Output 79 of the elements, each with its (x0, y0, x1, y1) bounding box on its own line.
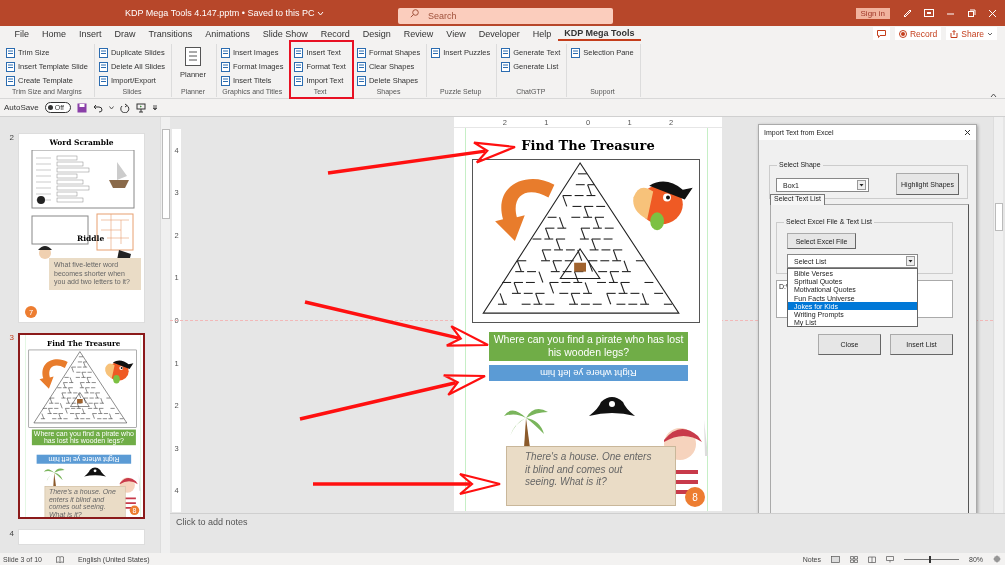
menu-tab[interactable]: Draw (108, 26, 143, 41)
customize-icon[interactable] (151, 104, 158, 111)
window-title: KDP Mega Tools 4.147.pptm • Saved to this PC (125, 8, 315, 18)
notes-placeholder[interactable]: Click to add notes (176, 517, 248, 527)
slide-thumbnail[interactable] (18, 529, 145, 545)
share-icon (950, 29, 959, 38)
slide-number: 4 (8, 529, 14, 540)
answer-text: Right where ye left him (540, 367, 637, 379)
book-icon[interactable] (55, 555, 64, 563)
slide-number: 3 (8, 333, 14, 344)
record-button[interactable]: Record (894, 27, 942, 40)
document-icon (98, 61, 108, 72)
collapse-ribbon-icon[interactable] (990, 93, 997, 98)
grid-view-icon[interactable] (850, 555, 858, 563)
document-icon (571, 47, 581, 58)
caret-icon[interactable] (108, 105, 114, 110)
scrollbar[interactable] (993, 117, 1003, 513)
menu-tab[interactable]: Home (35, 26, 73, 41)
presentation-icon[interactable] (886, 555, 894, 563)
palm-tree-icon (43, 466, 66, 487)
normal-view-icon[interactable] (831, 555, 840, 563)
document-icon (501, 61, 511, 72)
redo-icon[interactable] (119, 102, 130, 113)
scrollbar[interactable] (160, 117, 170, 553)
document-icon (356, 61, 366, 72)
document-icon (356, 47, 366, 58)
document-icon (6, 61, 15, 72)
reading-view-icon[interactable] (868, 555, 876, 563)
zoom-thumb[interactable] (928, 555, 931, 563)
menu-tab[interactable]: Record (314, 26, 357, 41)
menu-tab[interactable]: Help (526, 26, 558, 41)
clipboard-icon (185, 46, 202, 66)
undo-icon[interactable] (92, 102, 103, 113)
autosave-label: AutoSave (4, 103, 39, 112)
menu-tab[interactable]: View (439, 26, 473, 41)
document-icon (356, 75, 366, 86)
comments-button[interactable] (872, 27, 890, 40)
question-box: Where can you find a pirate who has lost his wooden legs? (489, 332, 688, 361)
search-icon (410, 9, 419, 18)
pen-icon[interactable] (902, 8, 912, 18)
document-icon (6, 47, 15, 58)
menu-tab[interactable]: Review (397, 26, 440, 41)
document-icon (431, 47, 441, 58)
fit-slide-icon[interactable] (993, 555, 1001, 563)
search-field[interactable]: Search (398, 8, 613, 24)
restore-icon[interactable] (967, 8, 976, 18)
pirate-hat-icon (587, 394, 637, 419)
document-icon (294, 75, 304, 86)
pirate-hat-icon (83, 466, 107, 478)
document-icon (220, 61, 230, 72)
menu-tab[interactable]: Slide Show (256, 26, 315, 41)
menu-tab[interactable]: KDP Mega Tools (557, 26, 641, 41)
menu-tab[interactable]: Animations (198, 26, 257, 41)
caret-icon (987, 31, 993, 36)
save-icon[interactable] (76, 102, 87, 113)
document-icon (6, 75, 15, 86)
menu-tab[interactable]: Transitions (142, 26, 199, 41)
menu-tab[interactable]: File (8, 26, 36, 41)
document-icon (98, 75, 108, 86)
presentation-icon[interactable] (135, 102, 146, 113)
slide-number: 2 (8, 133, 14, 144)
menu-tab[interactable]: Developer (472, 26, 527, 41)
document-icon (294, 61, 304, 72)
comment-icon (876, 29, 886, 38)
page-number: 8 (685, 487, 705, 507)
slide-title: Find The Treasure (520, 138, 656, 153)
close-icon[interactable] (964, 129, 971, 136)
document-icon (294, 47, 304, 58)
ribbon-display-icon[interactable] (924, 9, 934, 17)
document-icon (220, 75, 230, 86)
document-icon (98, 47, 108, 58)
share-button[interactable]: Share (946, 27, 997, 40)
menu-tab[interactable]: Design (356, 26, 398, 41)
document-icon (501, 47, 511, 58)
document-icon (220, 47, 230, 58)
riddle-text: There's a house. One enters it blind and comes out seeing. What is it? (525, 451, 653, 489)
record-icon (898, 29, 907, 38)
sign-in-button[interactable]: Sign in (855, 7, 890, 19)
menu-tab[interactable]: Insert (72, 26, 109, 41)
